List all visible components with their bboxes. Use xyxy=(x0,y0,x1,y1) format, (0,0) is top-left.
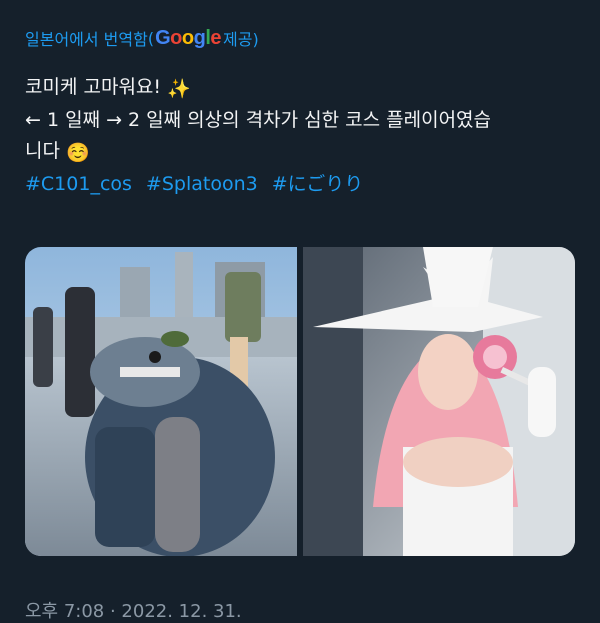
tweet-text: 코미케 고마워요! ✨ ← 1 일째 → 2 일째 의상의 격차가 심한 코스 … xyxy=(25,72,585,200)
smiling-face-icon: ☺️ xyxy=(66,142,90,164)
tweet-line-2: ← 1 일째 → 2 일째 의상의 격차가 심한 코스 플레이어였습 xyxy=(25,109,492,131)
tweet-line-1: 코미케 고마워요! ✨ xyxy=(25,72,585,105)
hashtag-link[interactable]: #C101_cos xyxy=(25,173,132,195)
sparkles-icon: ✨ xyxy=(167,78,191,100)
media-grid xyxy=(25,247,575,556)
hashtag-link[interactable]: #にごりり xyxy=(272,173,364,195)
translation-paren: ( xyxy=(147,28,155,48)
hashtag-list: #C101_cos #Splatoon3 #にごりり xyxy=(25,169,585,200)
photo-left[interactable] xyxy=(25,247,297,556)
photo-right[interactable] xyxy=(303,247,575,556)
tweet-timestamp[interactable]: 오후 7:08 · 2022. 12. 31. xyxy=(25,597,242,623)
translation-suffix: 제공) xyxy=(223,30,259,49)
hashtag-link[interactable]: #Splatoon3 xyxy=(146,173,258,195)
google-logo: Google xyxy=(155,26,222,49)
translation-attribution[interactable]: 일본어에서 번역함 ( Google 제공) xyxy=(25,26,259,50)
tweet-line-3: 니다 ☺️ xyxy=(25,136,585,169)
translation-prefix: 일본어에서 번역함 xyxy=(25,30,148,49)
photo-fish-cosplay xyxy=(25,247,297,556)
photo-witch-cosplay xyxy=(303,247,575,556)
